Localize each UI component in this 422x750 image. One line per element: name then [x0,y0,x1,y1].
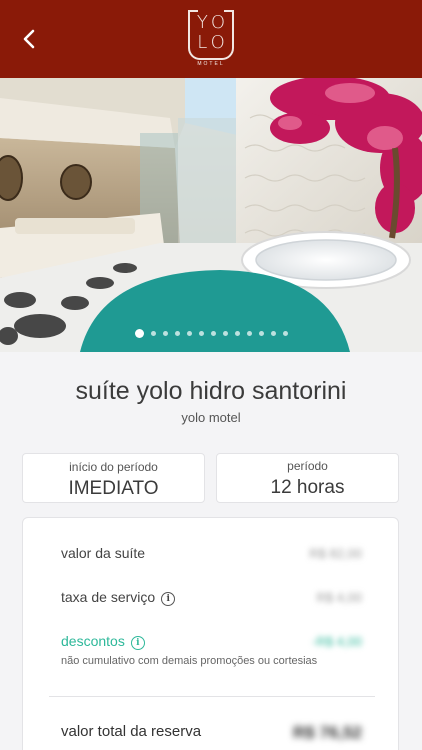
gallery-dot[interactable] [246,331,252,336]
motel-name: yolo motel [181,410,241,425]
gallery-dot[interactable] [186,331,192,336]
gallery-dot[interactable] [222,331,228,336]
gallery-dot[interactable] [210,331,216,336]
discount-amount: -R$ 4,00 [312,634,362,649]
suite-price-amount: R$ 82,00 [309,546,362,561]
period-duration-value: 12 horas [270,477,345,498]
period-start-value: IMEDIATO [68,478,159,499]
divider [49,696,375,697]
info-icon[interactable]: i [161,592,176,606]
info-icon[interactable]: i [130,636,145,650]
chevron-left-icon [23,29,35,49]
suite-title: suíte yolo hidro santorini [75,377,347,405]
period-start-box: início do período IMEDIATO [22,453,205,503]
yolo-logo: YO LO MOTEL [188,10,234,68]
gallery-dot[interactable] [174,331,180,336]
discount-label: descontos [61,633,125,649]
back-button[interactable] [16,26,42,52]
gallery-dot[interactable] [270,331,276,336]
gallery-dot[interactable] [198,331,204,336]
suite-photo-image [0,78,422,352]
service-fee-label: taxa de serviço [61,589,156,605]
app-header: YO LO MOTEL [0,0,422,78]
total-label: valor total da reserva [61,723,202,740]
gallery-pagination[interactable] [0,329,422,338]
service-fee-amount: R$ 4,00 [316,590,362,605]
gallery-dot[interactable] [162,331,168,336]
gallery-dot[interactable] [150,331,156,336]
period-duration-label: período [287,459,328,473]
gallery-dot[interactable] [282,331,288,336]
suite-price-label: valor da suíte [61,545,146,561]
gallery-dot[interactable] [134,329,144,338]
gallery-dot[interactable] [234,331,240,336]
gallery-dot[interactable] [258,331,264,336]
period-duration-box: período 12 horas [216,453,399,503]
suite-photo[interactable] [0,78,422,352]
total-amount: R$ 76,52 [293,723,362,742]
pricing-card: valor da suíte R$ 82,00 taxa de serviço i… [22,517,399,750]
period-start-label: início do período [69,460,158,474]
discount-note: não cumulativo com demais promoções ou c… [61,655,318,667]
